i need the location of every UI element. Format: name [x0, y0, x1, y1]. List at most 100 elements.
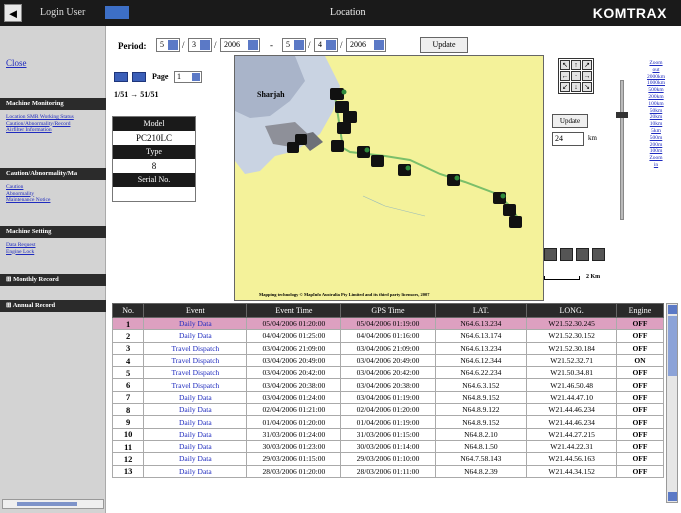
machine-marker-icon[interactable]	[343, 111, 357, 123]
machine-marker-icon[interactable]	[503, 204, 516, 216]
col-header[interactable]: LAT.	[434, 303, 528, 318]
col-header[interactable]: Engine	[615, 303, 664, 318]
table-cell[interactable]: Daily Data	[143, 329, 248, 343]
col-header[interactable]: No.	[112, 303, 145, 318]
table-row[interactable]: 5 Travel Dispatch 03/04/2006 20:42:00 03/04…	[112, 366, 664, 380]
scroll-down-icon[interactable]	[668, 492, 677, 501]
zoom-level-link[interactable]: 50km	[636, 108, 676, 115]
machine-marker-icon[interactable]	[371, 155, 384, 167]
zoom-level-link[interactable]: 1000km	[636, 80, 676, 87]
table-cell[interactable]: Daily Data	[143, 452, 248, 466]
from-year-select[interactable]: 2006	[220, 38, 260, 52]
map-tool-icon[interactable]	[592, 248, 605, 261]
sidebar-link[interactable]: Airfilter Information	[6, 127, 104, 134]
pan-left-icon[interactable]: ←	[560, 71, 570, 81]
table-cell[interactable]: Travel Dispatch	[143, 353, 248, 368]
table-cell[interactable]: Daily Data	[143, 316, 248, 331]
page-select[interactable]: 1	[174, 71, 202, 83]
sidebar-section-machine-monitoring[interactable]: Machine Monitoring	[0, 98, 106, 110]
map-tool-icon[interactable]	[576, 248, 589, 261]
next-page-icon[interactable]	[132, 72, 146, 82]
table-cell[interactable]: Daily Data	[143, 439, 248, 454]
table-row[interactable]: 7 Daily Data 03/04/2006 01:24:00 03/04/2006…	[112, 390, 664, 405]
pan-down-left-icon[interactable]: ↙	[560, 82, 570, 92]
sidebar-section-monthly-record[interactable]: ⊞ Monthly Record	[0, 274, 106, 286]
map-tool-icon[interactable]	[560, 248, 573, 261]
table-cell[interactable]: Daily Data	[143, 403, 248, 417]
to-year-select[interactable]: 2006	[346, 38, 386, 52]
zoom-level-link[interactable]: 500m	[636, 135, 676, 142]
table-row[interactable]: 4 Travel Dispatch 03/04/2006 20:49:00 03/04…	[112, 353, 664, 368]
table-row[interactable]: 8 Daily Data 02/04/2006 01:21:00 02/04/2006…	[112, 403, 664, 417]
zoom-in-link[interactable]: Zoom	[636, 155, 676, 162]
zoom-in-link[interactable]: in	[636, 162, 676, 169]
zoom-level-link[interactable]: 10km	[636, 121, 676, 128]
table-cell[interactable]: Daily Data	[143, 415, 248, 429]
table-row[interactable]: 6 Travel Dispatch 03/04/2006 20:38:00 03/04…	[112, 378, 664, 392]
to-day-select[interactable]: 5	[282, 38, 306, 52]
table-row[interactable]: 13 Daily Data 28/03/2006 01:20:00 28/03/200…	[112, 464, 664, 478]
pan-right-icon[interactable]: →	[582, 71, 592, 81]
table-row[interactable]: 11 Daily Data 30/03/2006 01:23:00 30/03/200…	[112, 439, 664, 454]
table-scrollbar[interactable]	[666, 303, 678, 503]
zoom-level-link[interactable]: 500km	[636, 87, 676, 94]
login-user-field[interactable]	[105, 6, 129, 19]
pan-up-right-icon[interactable]: ↗	[582, 60, 592, 70]
zoom-level-link[interactable]: 100m	[636, 148, 676, 155]
sidebar-section-annual-record[interactable]: ⊞ Annual Record	[0, 300, 106, 312]
table-row[interactable]: 2 Daily Data 04/04/2006 01:25:00 04/04/2006…	[112, 329, 664, 343]
machine-marker-icon[interactable]	[509, 216, 522, 228]
table-row[interactable]: 3 Travel Dispatch 03/04/2006 21:09:00 03/04…	[112, 341, 664, 355]
table-cell[interactable]: Travel Dispatch	[143, 341, 248, 355]
col-header[interactable]: Event	[143, 303, 248, 318]
table-row[interactable]: 10 Daily Data 31/03/2006 01:24:00 31/03/200…	[112, 427, 664, 441]
pan-center-icon[interactable]: ·	[571, 71, 581, 81]
zoom-level-link[interactable]: 5km	[636, 128, 676, 135]
zoom-handle[interactable]	[616, 112, 628, 118]
radius-input[interactable]: 24	[552, 132, 584, 146]
from-day-select[interactable]: 5	[156, 38, 180, 52]
scroll-thumb[interactable]	[668, 316, 677, 376]
pan-up-left-icon[interactable]: ↖	[560, 60, 570, 70]
update-radius-button[interactable]: Update	[552, 114, 588, 128]
sidebar-link[interactable]: Maintenance Notice	[6, 197, 104, 204]
machine-marker-icon[interactable]	[337, 122, 351, 134]
pan-down-icon[interactable]: ↓	[571, 82, 581, 92]
table-cell[interactable]: Daily Data	[143, 464, 248, 478]
machine-marker-icon[interactable]	[330, 88, 344, 100]
map-tool-icon[interactable]	[544, 248, 557, 261]
col-header[interactable]: GPS Time	[340, 303, 436, 318]
sidebar-section-machine-setting[interactable]: Machine Setting	[0, 226, 106, 238]
back-icon[interactable]: ◄	[4, 4, 22, 22]
zoom-level-link[interactable]: 20km	[636, 114, 676, 121]
zoom-out-link[interactable]: Zoom	[636, 60, 676, 67]
col-header[interactable]: Event Time	[246, 303, 342, 318]
table-row[interactable]: 9 Daily Data 01/04/2006 01:20:00 01/04/2006…	[112, 415, 664, 429]
zoom-level-link[interactable]: 200km	[636, 94, 676, 101]
machine-marker-icon[interactable]	[331, 140, 344, 152]
table-row[interactable]: 1 Daily Data 05/04/2006 01:20:00 05/04/2006…	[112, 316, 664, 331]
pan-up-icon[interactable]: ↑	[571, 60, 581, 70]
from-month-select[interactable]: 3	[188, 38, 212, 52]
zoom-level-link[interactable]: 2000km	[636, 74, 676, 81]
table-cell[interactable]: Daily Data	[143, 427, 248, 441]
table-row[interactable]: 12 Daily Data 29/03/2006 01:15:00 29/03/200…	[112, 452, 664, 466]
zoom-slider[interactable]	[620, 80, 624, 220]
table-cell[interactable]: Travel Dispatch	[143, 378, 248, 392]
close-link[interactable]: Close	[6, 58, 27, 68]
zoom-level-link[interactable]: 200m	[636, 142, 676, 149]
prev-page-icon[interactable]	[114, 72, 128, 82]
machine-marker-icon[interactable]	[287, 142, 299, 153]
scroll-up-icon[interactable]	[668, 305, 677, 314]
sidebar-scrollbar[interactable]	[2, 499, 104, 509]
to-month-select[interactable]: 4	[314, 38, 338, 52]
table-cell[interactable]: Daily Data	[143, 390, 248, 405]
scroll-thumb[interactable]	[17, 502, 77, 506]
pan-down-right-icon[interactable]: ↘	[582, 82, 592, 92]
sidebar-section-caution[interactable]: Caution/Abnormality/Ma	[0, 168, 106, 180]
col-header[interactable]: LONG.	[526, 303, 617, 318]
table-cell[interactable]: Travel Dispatch	[143, 366, 248, 380]
zoom-out-link[interactable]: out	[636, 67, 676, 74]
sidebar-link[interactable]: Engine Lock	[6, 249, 104, 256]
location-map[interactable]: Sharjah Mapping technology © MapInfo Aus…	[234, 55, 544, 301]
